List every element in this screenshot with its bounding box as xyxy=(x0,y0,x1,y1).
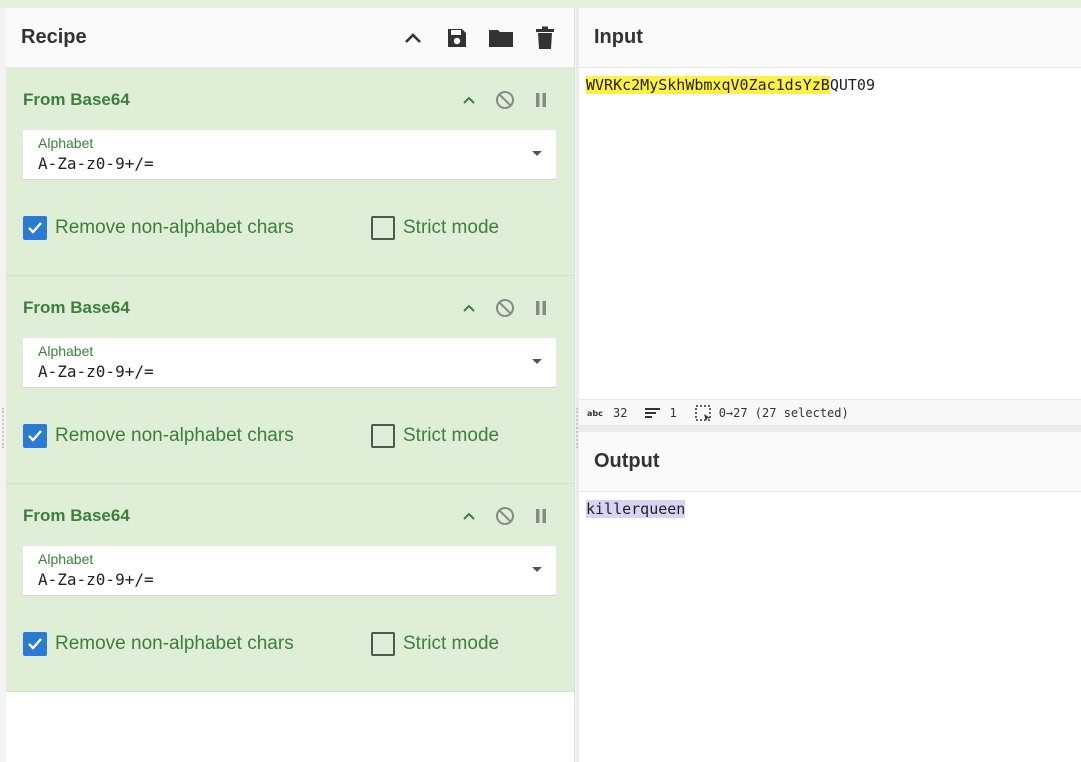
checkbox-unchecked-icon[interactable] xyxy=(371,424,395,448)
alphabet-select[interactable]: Alphabet A-Za-z0-9+/= xyxy=(23,130,556,180)
pause-operation-icon[interactable] xyxy=(530,505,552,527)
svg-text:abc: abc xyxy=(587,409,603,418)
input-header: Input xyxy=(579,8,1081,68)
input-title: Input xyxy=(594,26,643,48)
strict-mode-label: Strict mode xyxy=(403,425,500,446)
pause-operation-icon[interactable] xyxy=(530,297,552,319)
checkbox-unchecked-icon[interactable] xyxy=(371,216,395,240)
input-textarea[interactable]: WVRKc2MySkhWbmxqV0Zac1dsYzBQUT09 xyxy=(579,68,1081,94)
folder-icon[interactable] xyxy=(488,25,514,51)
splitter-grip-left-icon[interactable] xyxy=(2,408,4,448)
alphabet-select[interactable]: Alphabet A-Za-z0-9+/= xyxy=(23,546,556,596)
operation-header: From Base64 xyxy=(23,504,552,528)
checkbox-checked-icon[interactable] xyxy=(23,216,47,240)
operation-controls xyxy=(458,297,552,319)
lines-value: 1 xyxy=(669,405,677,420)
input-unselected-text: QUT09 xyxy=(829,76,875,94)
recipe-pane: Recipe From Base64 Alphabet A-Za-z0-9+/=… xyxy=(6,8,575,762)
dropdown-arrow-icon[interactable] xyxy=(532,359,542,364)
operation-controls xyxy=(458,89,552,111)
lines-icon xyxy=(645,407,661,419)
strict-mode-checkbox[interactable]: Strict mode xyxy=(371,632,499,656)
operation-header: From Base64 xyxy=(23,88,552,112)
options-row: Remove non-alphabet chars Strict mode xyxy=(23,424,554,450)
remove-non-alphabet-label: Remove non-alphabet chars xyxy=(55,217,294,238)
selection-value: 0→27 (27 selected) xyxy=(718,405,849,420)
strict-mode-label: Strict mode xyxy=(403,633,500,654)
collapse-operation-icon[interactable] xyxy=(458,505,480,527)
selection-icon xyxy=(694,404,711,421)
save-icon[interactable] xyxy=(444,25,470,51)
remove-non-alphabet-checkbox[interactable]: Remove non-alphabet chars xyxy=(23,632,294,656)
remove-non-alphabet-checkbox[interactable]: Remove non-alphabet chars xyxy=(23,424,294,448)
strict-mode-checkbox[interactable]: Strict mode xyxy=(371,216,499,240)
disable-operation-icon[interactable] xyxy=(494,89,516,111)
input-status-bar: abc 32 1 0→27 (27 selected) xyxy=(579,399,1081,426)
recipe-toolbar xyxy=(400,25,558,51)
length-stat: abc 32 xyxy=(587,406,627,420)
strict-mode-label: Strict mode xyxy=(403,217,500,238)
input-pane[interactable]: Input WVRKc2MySkhWbmxqV0Zac1dsYzBQUT09 xyxy=(579,8,1081,399)
operation-controls xyxy=(458,505,552,527)
output-header: Output xyxy=(579,432,1081,492)
checkbox-checked-icon[interactable] xyxy=(23,632,47,656)
selection-stat: 0→27 (27 selected) xyxy=(694,404,849,421)
alphabet-value: A-Za-z0-9+/= xyxy=(38,362,154,381)
options-row: Remove non-alphabet chars Strict mode xyxy=(23,632,554,658)
remove-non-alphabet-label: Remove non-alphabet chars xyxy=(55,425,294,446)
lines-stat: 1 xyxy=(645,405,677,420)
collapse-operation-icon[interactable] xyxy=(458,89,480,111)
recipe-operation[interactable]: From Base64 Alphabet A-Za-z0-9+/= Remove… xyxy=(6,484,574,692)
alphabet-label: Alphabet xyxy=(38,343,94,359)
output-text-area[interactable]: killerqueen xyxy=(579,492,1081,518)
input-selected-text: WVRKc2MySkhWbmxqV0Zac1dsYzB xyxy=(586,76,830,94)
length-value: 32 xyxy=(613,405,628,420)
recipe-operation[interactable]: From Base64 Alphabet A-Za-z0-9+/= Remove… xyxy=(6,276,574,484)
pause-operation-icon[interactable] xyxy=(530,89,552,111)
trash-icon[interactable] xyxy=(532,25,558,51)
alphabet-label: Alphabet xyxy=(38,551,94,567)
disable-operation-icon[interactable] xyxy=(494,297,516,319)
remove-non-alphabet-checkbox[interactable]: Remove non-alphabet chars xyxy=(23,216,294,240)
recipe-operation[interactable]: From Base64 Alphabet A-Za-z0-9+/= Remove… xyxy=(6,68,574,276)
options-row: Remove non-alphabet chars Strict mode xyxy=(23,216,554,242)
output-text: killerqueen xyxy=(586,500,686,518)
operation-title: From Base64 xyxy=(23,506,130,525)
collapse-all-icon[interactable] xyxy=(400,25,426,51)
output-pane[interactable]: Output killerqueen xyxy=(579,432,1081,762)
output-title: Output xyxy=(594,450,660,472)
strict-mode-checkbox[interactable]: Strict mode xyxy=(371,424,499,448)
alphabet-value: A-Za-z0-9+/= xyxy=(38,570,154,589)
dropdown-arrow-icon[interactable] xyxy=(532,567,542,572)
operation-header: From Base64 xyxy=(23,296,552,320)
collapse-operation-icon[interactable] xyxy=(458,297,480,319)
alphabet-select[interactable]: Alphabet A-Za-z0-9+/= xyxy=(23,338,556,388)
operation-title: From Base64 xyxy=(23,298,130,317)
alphabet-label: Alphabet xyxy=(38,135,94,151)
top-strip xyxy=(0,0,1081,8)
alphabet-value: A-Za-z0-9+/= xyxy=(38,154,154,173)
operation-title: From Base64 xyxy=(23,90,130,109)
dropdown-arrow-icon[interactable] xyxy=(532,151,542,156)
recipe-title: Recipe xyxy=(21,26,87,48)
recipe-header: Recipe xyxy=(6,8,574,68)
disable-operation-icon[interactable] xyxy=(494,505,516,527)
checkbox-unchecked-icon[interactable] xyxy=(371,632,395,656)
abc-length-icon: abc xyxy=(587,408,605,418)
splitter-grip-icon[interactable] xyxy=(576,408,578,448)
remove-non-alphabet-label: Remove non-alphabet chars xyxy=(55,633,294,654)
checkbox-checked-icon[interactable] xyxy=(23,424,47,448)
